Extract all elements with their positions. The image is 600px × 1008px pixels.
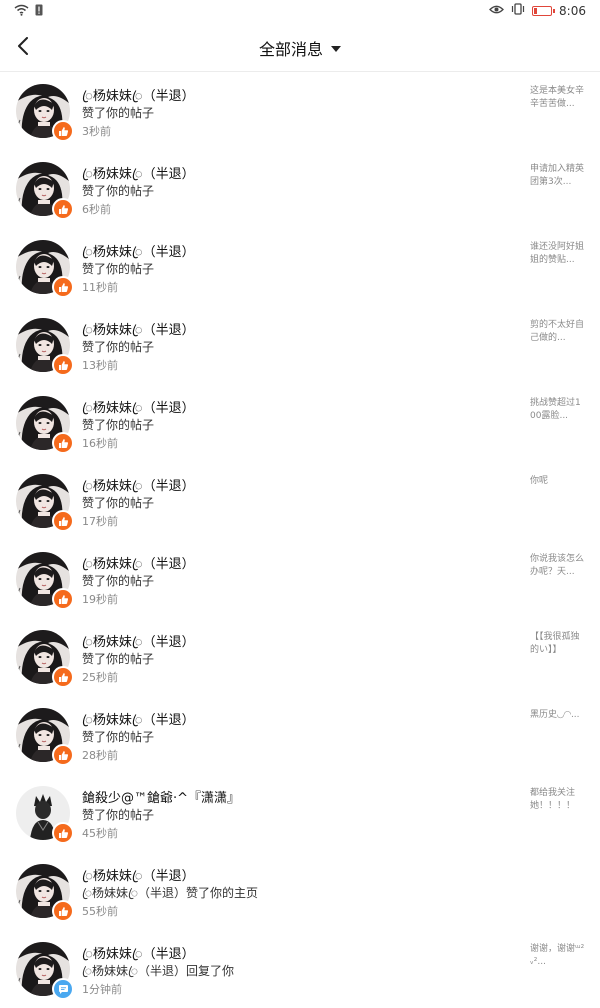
battery-low-icon xyxy=(532,5,556,16)
notification-row[interactable]: ꦿ杨妹妹ꦿ（半退）ꦿ杨妹妹ꦿ（半退）回复了你 1分钟前 谢谢，谢谢ᵚ²ᵥ²... xyxy=(0,930,600,1008)
like-badge-icon xyxy=(52,198,74,220)
eye-icon xyxy=(489,4,504,18)
notification-row[interactable]: ꦿ杨妹妹ꦿ（半退） 赞了你的帖子 16秒前 挑战赞超过100露脸... xyxy=(0,384,600,462)
status-bar: 8:06 xyxy=(0,0,600,24)
notification-action: 赞了你的帖子 xyxy=(82,730,155,744)
like-badge-icon xyxy=(52,120,74,142)
notification-time: 1分钟前 xyxy=(82,983,122,996)
like-badge-icon xyxy=(52,588,74,610)
notification-row[interactable]: 鎗殺少@™鎗爺·^『潇潇』赞了你的帖子 45秒前 都给我关注她！！！！ xyxy=(0,774,600,852)
like-badge-icon xyxy=(52,276,74,298)
post-preview[interactable]: 这是本美女辛辛苦苦做... xyxy=(530,85,586,111)
notification-list: ꦿ杨妹妹ꦿ（半退） 赞了你的帖子 3秒前 这是本美女辛辛苦苦做... ꦿ杨妹妹ꦿ（半退… xyxy=(0,72,600,1008)
notification-action: 赞了你的帖子 xyxy=(82,418,155,432)
notification-row[interactable]: ꦿ杨妹妹ꦿ（半退） 赞了你的帖子 25秒前 【【我很孤独的い】】 xyxy=(0,618,600,696)
like-badge-icon xyxy=(52,666,74,688)
status-left xyxy=(14,4,43,19)
notification-time: 13秒前 xyxy=(82,359,118,372)
page-title: 全部消息 xyxy=(258,40,323,59)
like-badge-icon xyxy=(52,510,74,532)
notification-time: 6秒前 xyxy=(82,203,111,216)
notification-row[interactable]: ꦿ杨妹妹ꦿ（半退） 赞了你的帖子 6秒前 申请加入精英团第3次... xyxy=(0,150,600,228)
post-preview[interactable]: 【【我很孤独的い】】 xyxy=(530,631,586,657)
like-badge-icon xyxy=(52,822,74,844)
notification-time: 17秒前 xyxy=(82,515,118,528)
notification-action: 赞了你的帖子 xyxy=(82,106,155,120)
status-time: 8:06 xyxy=(559,3,586,18)
notification-row[interactable]: ꦿ杨妹妹ꦿ（半退）ꦿ杨妹妹ꦿ（半退）赞了你的主页 55秒前 xyxy=(0,852,600,930)
post-preview[interactable]: 剪的不太好自己做的... xyxy=(530,319,586,345)
like-badge-icon xyxy=(52,744,74,766)
notification-time: 55秒前 xyxy=(82,905,118,918)
notification-row[interactable]: ꦿ杨妹妹ꦿ（半退） 赞了你的帖子 3秒前 这是本美女辛辛苦苦做... xyxy=(0,72,600,150)
like-badge-icon xyxy=(52,900,74,922)
post-preview[interactable]: 黑历史◟◞◜◝... xyxy=(530,709,586,722)
notification-row[interactable]: ꦿ杨妹妹ꦿ（半退） 赞了你的帖子 11秒前 谁还没阿好姐姐的赞贴... xyxy=(0,228,600,306)
notification-row[interactable]: ꦿ杨妹妹ꦿ（半退） 赞了你的帖子 28秒前 黑历史◟◞◜◝... xyxy=(0,696,600,774)
notification-time: 3秒前 xyxy=(82,125,111,138)
sender-name[interactable]: 鎗殺少@™鎗爺·^『潇潇』 xyxy=(82,787,240,806)
notification-row[interactable]: ꦿ杨妹妹ꦿ（半退） 赞了你的帖子 17秒前 你呢 xyxy=(0,462,600,540)
notification-time: 19秒前 xyxy=(82,593,118,606)
notification-time: 16秒前 xyxy=(82,437,118,450)
notification-action: 赞了你的帖子 xyxy=(82,652,155,666)
notification-action: 赞了你的帖子 xyxy=(82,574,155,588)
header-bar: 全部消息 xyxy=(0,24,600,72)
status-right: 8:06 xyxy=(489,3,586,18)
comment-badge-icon xyxy=(52,978,74,1000)
notification-row[interactable]: ꦿ杨妹妹ꦿ（半退） 赞了你的帖子 13秒前 剪的不太好自己做的... xyxy=(0,306,600,384)
like-badge-icon xyxy=(52,432,74,454)
post-preview[interactable]: 挑战赞超过100露脸... xyxy=(530,397,586,423)
notification-action: 赞了你的帖子 xyxy=(82,808,155,822)
notification-action: 赞了你的帖子 xyxy=(82,340,155,354)
post-preview[interactable]: 谁还没阿好姐姐的赞贴... xyxy=(530,241,586,267)
wifi-icon xyxy=(14,4,29,19)
post-preview[interactable]: 申请加入精英团第3次... xyxy=(530,163,586,189)
sim-alert-icon xyxy=(35,4,43,19)
vibrate-icon xyxy=(511,3,525,18)
message-filter-dropdown[interactable]: 全部消息 xyxy=(0,24,600,72)
like-badge-icon xyxy=(52,354,74,376)
notification-action: 赞了你的帖子 xyxy=(82,262,155,276)
notification-time: 11秒前 xyxy=(82,281,118,294)
notification-action: 赞了你的帖子 xyxy=(82,184,155,198)
notification-time: 45秒前 xyxy=(82,827,118,840)
notification-row[interactable]: ꦿ杨妹妹ꦿ（半退） 赞了你的帖子 19秒前 你说我该怎么办呢？天... xyxy=(0,540,600,618)
post-preview[interactable]: 你说我该怎么办呢？天... xyxy=(530,553,586,579)
notification-action: 赞了你的帖子 xyxy=(82,496,155,510)
caret-down-icon xyxy=(331,46,341,52)
notification-time: 25秒前 xyxy=(82,671,118,684)
post-preview[interactable]: 你呢 xyxy=(530,475,586,488)
post-preview[interactable]: 都给我关注她！！！！ xyxy=(530,787,586,813)
post-preview[interactable]: 谢谢，谢谢ᵚ²ᵥ²... xyxy=(530,943,586,969)
notification-time: 28秒前 xyxy=(82,749,118,762)
